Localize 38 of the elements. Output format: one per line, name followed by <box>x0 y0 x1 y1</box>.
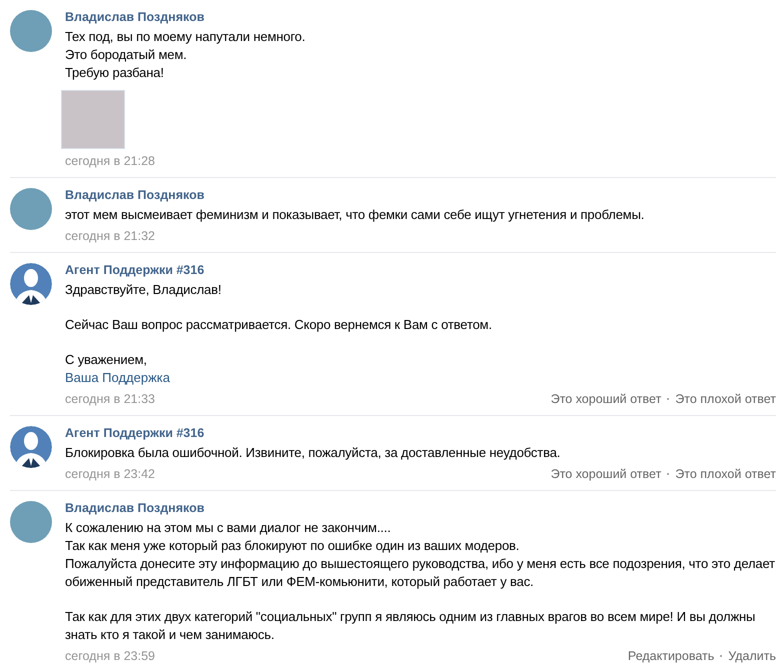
person-silhouette-avatar-icon[interactable] <box>10 426 52 468</box>
message-text: Это бородатый мем. <box>65 46 188 64</box>
action-link[interactable]: Это хороший ответ <box>550 391 662 407</box>
message-text: Пожалуйста донесите эту информацию до вышестоящего руководства, ибо у меня есть все подозрения, что это делает обиженный представитель ЛГБТ или ФЕМ-комьюнити, который работает у вас. <box>65 555 776 591</box>
action-link[interactable]: Это плохой ответ <box>675 466 776 482</box>
message-time: сегодня в 23:59 <box>65 648 155 664</box>
message-text: Требую разбана! <box>65 64 165 82</box>
message-text: Здравствуйте, Владислав! <box>65 281 222 299</box>
message-time: сегодня в 21:33 <box>65 391 155 407</box>
action-link[interactable]: Это плохой ответ <box>675 391 776 407</box>
action-link[interactable]: Редактировать <box>628 648 714 664</box>
separator-dot <box>667 398 670 400</box>
author-name-link[interactable]: Владислав Поздняков <box>65 9 776 25</box>
separator-dot <box>720 655 722 657</box>
author-name-link[interactable]: Агент Поддержки #316 <box>65 425 776 441</box>
message-text: Так как для этих двух категорий "социальных" групп я являюсь одним из главных врагов во всем мире! И вы должны знать кто я такой и чем занимаюсь. <box>65 608 756 644</box>
message-time: сегодня в 21:28 <box>65 153 155 169</box>
image-thumbnail-placeholder[interactable] <box>61 90 125 149</box>
author-name-link[interactable]: Владислав Поздняков <box>65 500 776 516</box>
avatar-photo-placeholder[interactable] <box>10 188 52 230</box>
message-text: Сейчас Ваш вопрос рассматривается. Скоро вернемся к Вам с ответом. <box>65 316 493 334</box>
message-text: Так как меня уже который раз блокируют по ошибке один из ваших модеров. <box>65 537 520 555</box>
author-name-link[interactable]: Владислав Поздняков <box>65 187 776 203</box>
message-text: Блокировка была ошибочной. Извините, пожалуйста, за доставленные неудобства. <box>65 444 562 462</box>
person-silhouette-avatar-icon[interactable] <box>10 263 52 305</box>
message-text: Тех под, вы по моему напутали немного. <box>65 28 306 46</box>
separator-dot <box>667 473 670 475</box>
message-text: К сожалению на этом мы с вами диалог не закончим.... <box>65 519 392 537</box>
avatar-photo-placeholder[interactable] <box>10 10 52 52</box>
action-link[interactable]: Это хороший ответ <box>550 466 662 482</box>
message-time: сегодня в 23:42 <box>65 466 155 482</box>
action-link[interactable]: Удалить <box>728 648 776 664</box>
signature-link[interactable]: Ваша Поддержка <box>65 369 776 387</box>
author-name-link[interactable]: Агент Поддержки #316 <box>65 262 776 278</box>
message-text: этот мем высмеивает феминизм и показывает, что фемки сами себе ищут угнетения и проблемы. <box>65 206 646 224</box>
message-text: С уважением, <box>65 351 148 369</box>
avatar-photo-placeholder[interactable] <box>10 501 52 543</box>
message-time: сегодня в 21:32 <box>65 228 155 244</box>
